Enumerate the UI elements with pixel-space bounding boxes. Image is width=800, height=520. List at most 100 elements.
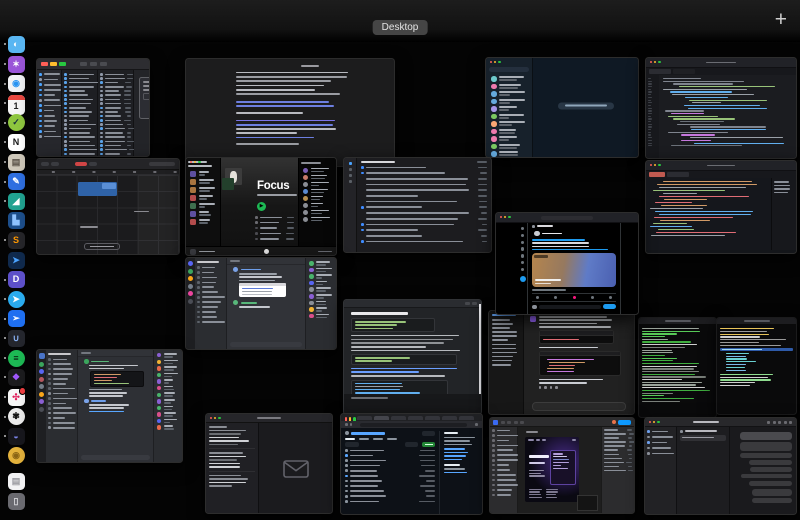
- reply-button[interactable]: [603, 304, 616, 309]
- design-frame-2[interactable]: [577, 495, 597, 511]
- views-icon[interactable]: [591, 296, 594, 299]
- dock-sublime-text-icon[interactable]: S: [8, 232, 25, 249]
- qa-scroll-edge[interactable]: [479, 304, 480, 396]
- window-telegram[interactable]: [485, 57, 639, 158]
- tweet-button[interactable]: [520, 276, 526, 282]
- about-links[interactable]: [444, 448, 478, 460]
- window-messages[interactable]: [644, 417, 797, 515]
- window-text-document[interactable]: [185, 58, 395, 167]
- window-terminal-b[interactable]: [716, 317, 797, 415]
- playback-play-button[interactable]: [264, 249, 269, 254]
- like-icon[interactable]: [573, 296, 576, 299]
- window-qa-page[interactable]: [343, 299, 482, 415]
- dock-finder-icon[interactable]: ◐: [8, 36, 25, 53]
- back-button[interactable]: [345, 423, 348, 426]
- dock-dash-icon[interactable]: D: [8, 271, 25, 288]
- notifications-icon[interactable]: [521, 241, 524, 244]
- window-github[interactable]: [340, 413, 483, 515]
- retweet-icon[interactable]: [554, 296, 557, 299]
- reply-icon[interactable]: [536, 296, 539, 299]
- dock-discord-icon[interactable]: ∪: [8, 330, 25, 347]
- dock-spark-mail-icon[interactable]: ➢: [8, 310, 25, 327]
- lists-icon[interactable]: [521, 261, 524, 264]
- dock-spotify-icon[interactable]: ≡: [8, 350, 25, 367]
- message-actions[interactable]: [539, 386, 629, 389]
- message-input[interactable]: [230, 342, 302, 348]
- dock-things-icon[interactable]: ✓: [8, 114, 25, 131]
- list-row: [492, 454, 515, 457]
- dock-telegram-icon[interactable]: ➤: [8, 291, 25, 308]
- chatgpt-input[interactable]: [532, 402, 626, 411]
- dock-linear-icon[interactable]: ◒: [8, 428, 25, 445]
- home-icon[interactable]: [521, 227, 524, 230]
- forward-button[interactable]: [350, 423, 353, 426]
- messages-icon[interactable]: [521, 247, 524, 250]
- list-row: [100, 136, 131, 139]
- window-terminal-a[interactable]: [638, 317, 717, 418]
- url-pill[interactable]: [541, 216, 593, 220]
- window-mail-list[interactable]: [343, 157, 492, 253]
- chatgpt-glyph: ✾: [12, 412, 20, 421]
- dock-chatgpt-icon[interactable]: ✾: [8, 408, 25, 425]
- chat-link[interactable]: [89, 411, 124, 413]
- dock-stickies-icon[interactable]: ▤: [8, 154, 25, 171]
- list-row: [64, 94, 95, 97]
- menu-button[interactable]: [475, 423, 478, 426]
- share-button[interactable]: [618, 420, 631, 425]
- dock-figma-icon[interactable]: ❖: [8, 369, 25, 386]
- dock-coin-app-icon[interactable]: ◉: [8, 447, 25, 464]
- code-button[interactable]: [422, 442, 435, 447]
- tweet-media-card[interactable]: [532, 253, 616, 287]
- go-to-file[interactable]: [405, 442, 418, 447]
- dock-calendar-icon[interactable]: 1: [8, 95, 25, 112]
- address-bar[interactable]: [360, 423, 467, 427]
- selected-item[interactable]: [680, 435, 726, 441]
- dock-trash-icon[interactable]: ▯: [8, 493, 25, 510]
- profile-icon[interactable]: [521, 268, 524, 271]
- reply-input[interactable]: [539, 305, 602, 309]
- design-frame[interactable]: [525, 437, 578, 501]
- window-finder[interactable]: [36, 58, 150, 157]
- canvas[interactable]: [518, 427, 601, 514]
- repo-name-link[interactable]: [351, 432, 385, 435]
- text-line: [164, 392, 175, 394]
- window-figma[interactable]: [489, 417, 635, 514]
- space-label[interactable]: Desktop: [373, 20, 428, 35]
- row-icon: [255, 238, 258, 241]
- window-mail-empty[interactable]: [205, 413, 333, 514]
- text-line: [236, 76, 347, 78]
- window-spotify[interactable]: Focus ▶: [185, 157, 337, 256]
- bookmarks-icon[interactable]: [521, 254, 524, 257]
- window-discord-b[interactable]: [36, 349, 183, 463]
- avatar-labels: [311, 168, 333, 173]
- browser-tabs[interactable]: [341, 414, 482, 421]
- window-code-editor[interactable]: [645, 57, 797, 159]
- dock-document-icon[interactable]: ▤: [8, 473, 25, 490]
- branch-selector[interactable]: [345, 442, 359, 447]
- window-chatgpt[interactable]: [488, 310, 635, 415]
- share-icon[interactable]: [609, 296, 612, 299]
- explore-icon[interactable]: [521, 234, 524, 237]
- add-desktop-button[interactable]: +: [775, 10, 787, 30]
- channel-list: [46, 350, 78, 462]
- window-markdown-editor[interactable]: [645, 160, 797, 254]
- dock-craft-icon[interactable]: ✶: [8, 56, 25, 73]
- dock-notion-icon[interactable]: N: [8, 134, 25, 151]
- row-label: [53, 373, 72, 375]
- play-button[interactable]: ▶: [257, 202, 266, 211]
- dock-vscode-icon[interactable]: ◢: [8, 193, 25, 210]
- dock-safari-icon[interactable]: ◉: [8, 75, 25, 92]
- row-label: [497, 445, 518, 447]
- toolbar-icons[interactable]: [767, 421, 796, 424]
- figma-menu[interactable]: [493, 420, 498, 425]
- window-calendar[interactable]: [36, 158, 180, 255]
- message-input[interactable]: [81, 455, 150, 461]
- sublime-text-app-icon: S: [8, 232, 25, 249]
- dock-slack-icon[interactable]: ✣: [8, 389, 25, 406]
- dock-flighty-icon[interactable]: ➤: [8, 252, 25, 269]
- dock-pdf-annotator-icon[interactable]: ✎: [8, 173, 25, 190]
- window-twitter[interactable]: [495, 212, 639, 315]
- dock-docker-icon[interactable]: ▙: [8, 212, 25, 229]
- window-discord-a[interactable]: [185, 257, 337, 350]
- star-button[interactable]: [422, 431, 435, 436]
